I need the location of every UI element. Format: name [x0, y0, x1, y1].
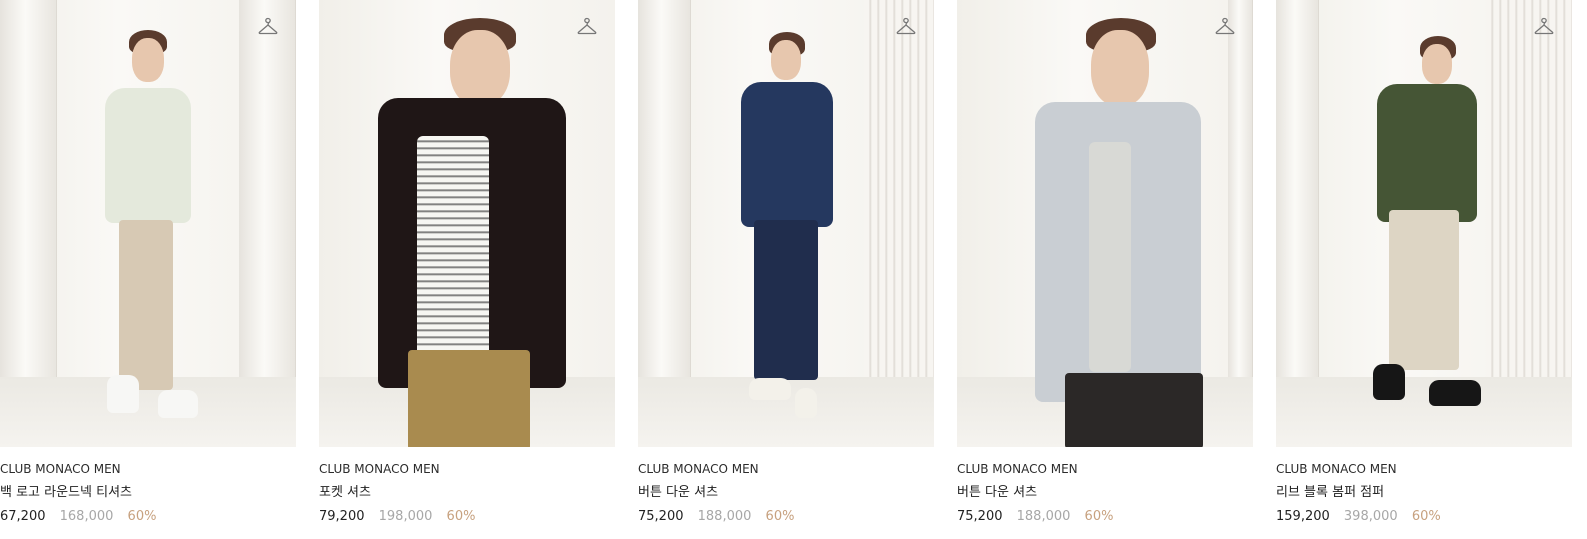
hanger-icon[interactable] [1213, 16, 1237, 40]
price-row: 75,200 188,000 60% [957, 508, 1253, 526]
wall-panel [239, 0, 296, 400]
discount-rate: 60% [765, 509, 795, 524]
product-meta: CLUB MONACO MEN 리브 블록 봄퍼 점퍼 159,200 398,… [1276, 447, 1572, 526]
product-meta: CLUB MONACO MEN 포켓 셔츠 79,200 198,000 60% [319, 447, 615, 526]
product-card[interactable]: CLUB MONACO MEN 리브 블록 봄퍼 점퍼 159,200 398,… [1276, 0, 1572, 526]
brand-label: CLUB MONACO MEN [957, 462, 1078, 476]
model-figure [362, 18, 572, 447]
product-meta: CLUB MONACO MEN 백 로고 라운드넥 티셔츠 67,200 168… [0, 447, 296, 526]
price-row: 159,200 398,000 60% [1276, 508, 1572, 526]
product-card[interactable]: CLUB MONACO MEN 버튼 다운 셔츠 75,200 188,000 … [638, 0, 934, 526]
wall-panel [638, 0, 691, 400]
model-figure [995, 18, 1215, 447]
wall-panel [0, 0, 57, 400]
hanger-icon[interactable] [575, 16, 599, 40]
discount-rate: 60% [1084, 509, 1114, 524]
product-name[interactable]: 버튼 다운 셔츠 [638, 484, 934, 502]
sale-price: 159,200 [1276, 509, 1330, 524]
original-price: 168,000 [59, 509, 114, 524]
sale-price: 67,200 [0, 509, 46, 524]
product-meta: CLUB MONACO MEN 버튼 다운 셔츠 75,200 188,000 … [957, 447, 1253, 526]
product-grid: CLUB MONACO MEN 백 로고 라운드넥 티셔츠 67,200 168… [0, 0, 1587, 526]
product-name[interactable]: 포켓 셔츠 [319, 484, 615, 502]
wall-panel [1228, 0, 1253, 400]
hanger-icon[interactable] [1532, 16, 1556, 40]
original-price: 198,000 [378, 509, 433, 524]
product-name[interactable]: 리브 블록 봄퍼 점퍼 [1276, 484, 1572, 502]
discount-rate: 60% [1411, 509, 1441, 524]
model-figure [1364, 36, 1484, 426]
price-row: 75,200 188,000 60% [638, 508, 934, 526]
product-image[interactable] [0, 0, 296, 447]
original-price: 188,000 [697, 509, 752, 524]
ribbed-wall [864, 0, 934, 400]
product-image[interactable] [1276, 0, 1572, 447]
hanger-icon[interactable] [256, 16, 280, 40]
product-image[interactable] [957, 0, 1253, 447]
sale-price: 79,200 [319, 509, 365, 524]
price-row: 79,200 198,000 60% [319, 508, 615, 526]
product-card[interactable]: CLUB MONACO MEN 포켓 셔츠 79,200 198,000 60% [319, 0, 615, 526]
price-row: 67,200 168,000 60% [0, 508, 296, 526]
model-figure [734, 32, 838, 422]
product-image[interactable] [638, 0, 934, 447]
ribbed-wall [1486, 0, 1572, 400]
product-card[interactable]: CLUB MONACO MEN 백 로고 라운드넥 티셔츠 67,200 168… [0, 0, 296, 526]
discount-rate: 60% [446, 509, 476, 524]
product-card[interactable]: CLUB MONACO MEN 버튼 다운 셔츠 75,200 188,000 … [957, 0, 1253, 526]
product-meta: CLUB MONACO MEN 버튼 다운 셔츠 75,200 188,000 … [638, 447, 934, 526]
hanger-icon[interactable] [894, 16, 918, 40]
model-figure [88, 30, 208, 430]
product-name[interactable]: 버튼 다운 셔츠 [957, 484, 1253, 502]
wall-panel [1276, 0, 1319, 400]
original-price: 398,000 [1343, 509, 1398, 524]
brand-label: CLUB MONACO MEN [1276, 462, 1397, 476]
brand-label: CLUB MONACO MEN [638, 462, 759, 476]
sale-price: 75,200 [638, 509, 684, 524]
sale-price: 75,200 [957, 509, 1003, 524]
discount-rate: 60% [127, 509, 157, 524]
brand-label: CLUB MONACO MEN [0, 462, 121, 476]
product-image[interactable] [319, 0, 615, 447]
brand-label: CLUB MONACO MEN [319, 462, 440, 476]
original-price: 188,000 [1016, 509, 1071, 524]
product-name[interactable]: 백 로고 라운드넥 티셔츠 [0, 484, 296, 502]
